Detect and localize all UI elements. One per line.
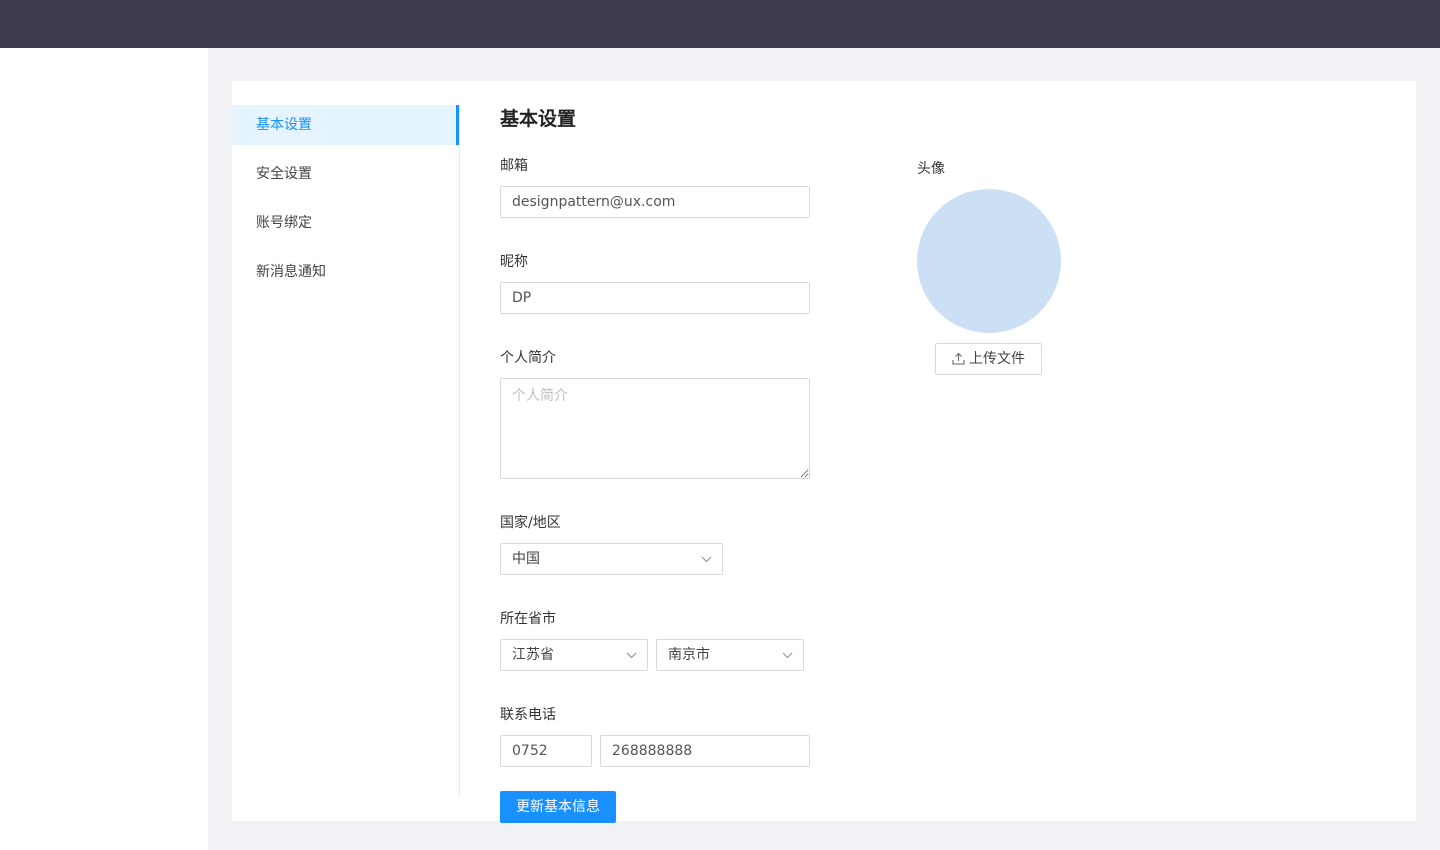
menu-item-notifications[interactable]: 新消息通知	[232, 252, 459, 292]
province-select-value: 江苏省	[512, 647, 554, 663]
nickname-field[interactable]	[500, 282, 810, 314]
phone-number-field[interactable]	[600, 735, 810, 767]
update-basic-info-button[interactable]: 更新基本信息	[500, 791, 616, 823]
city-select[interactable]: 南京市	[656, 639, 804, 671]
bio-label: 个人简介	[500, 350, 556, 366]
city-select-value: 南京市	[668, 647, 710, 663]
top-navbar	[0, 0, 1440, 48]
upload-icon	[952, 351, 969, 367]
chevron-down-icon	[701, 544, 712, 586]
region-group: 所在省市 江苏省 南京市	[500, 609, 820, 671]
menu-item-account-binding[interactable]: 账号绑定	[232, 203, 459, 243]
settings-card: 基本设置 安全设置 账号绑定 新消息通知 基本设置 邮箱 昵称 个人简介 国家/…	[232, 81, 1416, 823]
page-title: 基本设置	[500, 108, 577, 130]
email-label: 邮箱	[500, 158, 528, 174]
avatar-section: 头像 上传文件	[917, 159, 1077, 375]
chevron-down-icon	[782, 640, 793, 682]
settings-menu: 基本设置 安全设置 账号绑定 新消息通知	[232, 105, 460, 797]
nickname-group: 昵称	[500, 252, 820, 314]
upload-file-button[interactable]: 上传文件	[935, 343, 1042, 375]
email-group: 邮箱	[500, 156, 820, 218]
country-group: 国家/地区 中国	[500, 513, 820, 575]
region-label: 所在省市	[500, 611, 556, 627]
nickname-label: 昵称	[500, 254, 528, 270]
email-field[interactable]	[500, 186, 810, 218]
bio-field[interactable]	[500, 378, 810, 479]
bio-group: 个人简介	[500, 348, 820, 479]
province-select[interactable]: 江苏省	[500, 639, 648, 671]
phone-fields	[500, 735, 820, 767]
menu-item-basic-settings[interactable]: 基本设置	[232, 105, 459, 145]
menu-item-security-settings[interactable]: 安全设置	[232, 154, 459, 194]
basic-settings-form: 基本设置 邮箱 昵称 个人简介 国家/地区 中国 所在省市	[500, 105, 820, 823]
region-selects: 江苏省 南京市	[500, 639, 820, 671]
avatar	[917, 189, 1061, 333]
country-label: 国家/地区	[500, 515, 561, 531]
phone-area-code-field[interactable]	[500, 735, 592, 767]
phone-group: 联系电话	[500, 705, 820, 767]
upload-file-label: 上传文件	[969, 351, 1025, 367]
avatar-label: 头像	[917, 161, 945, 177]
country-select[interactable]: 中国	[500, 543, 723, 575]
left-sidebar	[0, 48, 208, 850]
country-select-value: 中国	[512, 551, 540, 567]
chevron-down-icon	[626, 640, 637, 682]
phone-label: 联系电话	[500, 707, 556, 723]
